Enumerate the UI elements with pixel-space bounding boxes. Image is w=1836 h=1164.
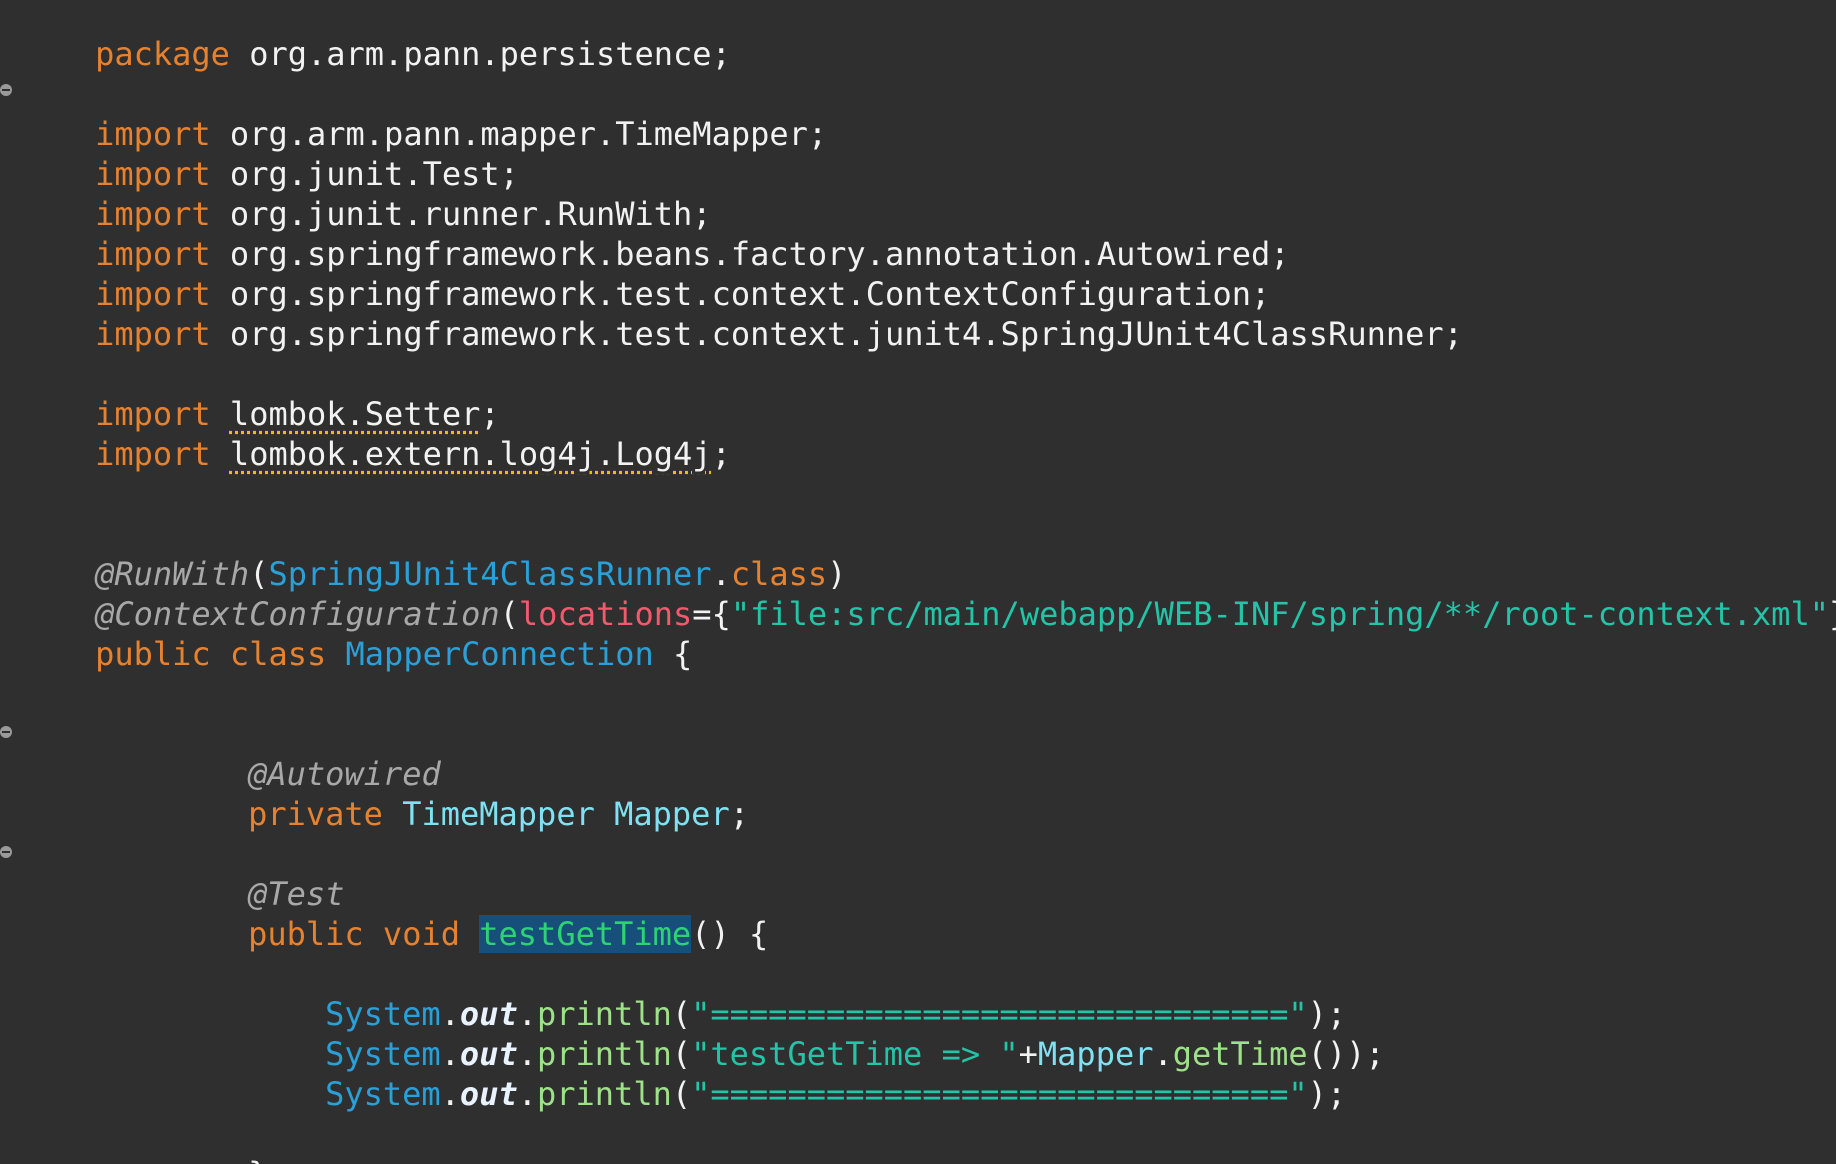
code-line-import: import org.springframework.test.context.… — [18, 274, 1463, 353]
fold-marker-icon[interactable] — [0, 846, 12, 858]
dot: . — [517, 1075, 537, 1113]
code-line-println: System.out.println("====================… — [248, 954, 1346, 1033]
brace: { — [673, 635, 693, 673]
code-line-import-warning: import lombok.extern.log4j.Log4j; — [18, 394, 731, 473]
field-type: TimeMapper — [402, 795, 595, 833]
string-literal: "file:src/main/webapp/WEB-INF/spring/**/… — [730, 595, 1829, 633]
code-line-println: System.out.println("====================… — [248, 1034, 1346, 1113]
code-line-import: import org.junit.runner.RunWith; — [18, 154, 712, 233]
brace: } — [248, 1155, 267, 1164]
code-line-test-annotation: @Test — [171, 834, 344, 913]
keyword: import — [95, 315, 211, 353]
string-literal: "==============================" — [691, 1075, 1308, 1113]
fold-marker-icon[interactable] — [0, 726, 12, 738]
code-line-context-config: @ContextConfiguration(locations={"file:s… — [18, 554, 1836, 633]
keyword: package — [95, 35, 230, 73]
code-editor[interactable]: package org.arm.pann.persistence; import… — [0, 0, 1836, 1164]
method-signature-rest: () { — [691, 915, 769, 953]
field-name: Mapper — [614, 795, 730, 833]
code-line-method-declaration: public void testGetTime() { — [171, 874, 768, 953]
code-line-class-declaration: public class MapperConnection { — [18, 594, 692, 673]
paren: }) — [1829, 595, 1836, 633]
package-name: org.arm.pann.persistence; — [249, 35, 731, 73]
method-call: println — [536, 1075, 672, 1113]
code-line-close-brace: } — [171, 1114, 267, 1164]
semicolon: ; — [729, 795, 749, 833]
import-path: org.springframework.test.context.junit4.… — [229, 315, 1463, 353]
keyword: public — [248, 915, 364, 953]
code-line-import: import org.springframework.beans.factory… — [18, 194, 1289, 273]
code-line-println: System.out.println("testGetTime => "+Map… — [248, 994, 1385, 1073]
selected-method-name[interactable]: testGetTime — [479, 915, 692, 953]
keyword: private — [248, 795, 383, 833]
keyword: public — [95, 635, 211, 673]
keyword: import — [95, 435, 211, 473]
code-line-import-warning: import lombok.Setter; — [18, 354, 500, 433]
class-name: MapperConnection — [345, 635, 654, 673]
code-line-autowired: @Autowired — [171, 714, 441, 793]
unused-import-warning[interactable]: lombok.extern.log4j.Log4j — [230, 435, 712, 473]
code-line-runwith: @RunWith(SpringJUnit4ClassRunner.class) — [18, 514, 846, 593]
code-line-package: package org.arm.pann.persistence; — [18, 0, 731, 73]
code-line-import: import org.springframework.test.context.… — [18, 234, 1270, 313]
code-line-import: import org.junit.Test; — [18, 114, 519, 193]
paren: ); — [1307, 1075, 1347, 1113]
operator: ={ — [692, 595, 731, 633]
paren: ( — [671, 1075, 692, 1113]
code-line-import: import org.arm.pann.mapper.TimeMapper; — [18, 74, 827, 153]
code-line-field: private TimeMapper Mapper; — [171, 754, 749, 833]
keyword: void — [382, 915, 460, 953]
keyword: class — [229, 635, 327, 673]
class-reference: System — [325, 1075, 441, 1113]
fold-marker-icon[interactable] — [0, 84, 12, 96]
semicolon: ; — [711, 435, 731, 473]
static-field: out — [459, 1075, 518, 1113]
dot: . — [440, 1075, 460, 1113]
